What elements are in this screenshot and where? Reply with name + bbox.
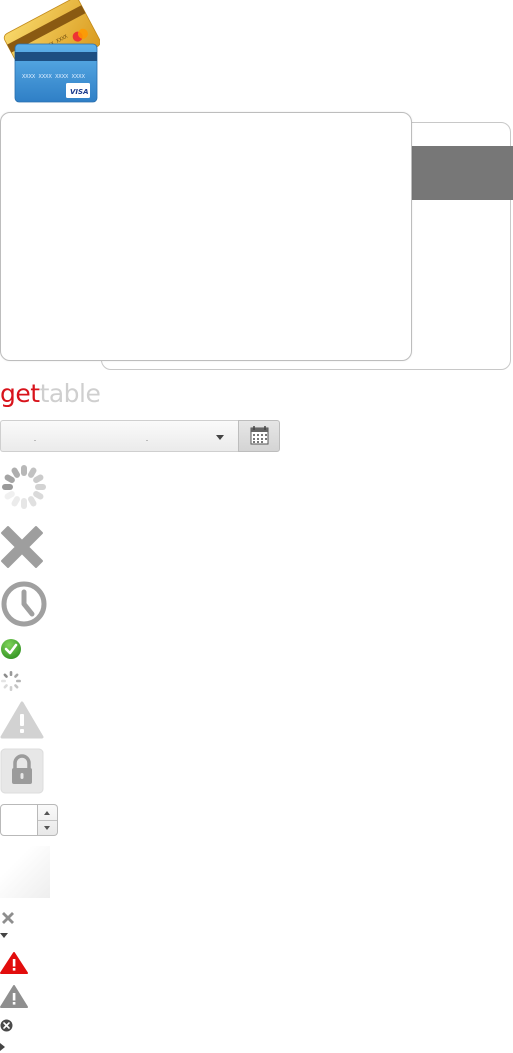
quantity-input[interactable]: [0, 804, 38, 836]
caret-right-icon: [0, 1043, 5, 1051]
warning-gray-icon: [0, 985, 28, 1008]
loading-spinner-small-icon: [1, 671, 21, 691]
stepper-divider: [38, 820, 57, 821]
close-small-icon[interactable]: [0, 910, 16, 926]
card-visa-brand: VISA: [70, 88, 88, 96]
stepper-up-icon[interactable]: [44, 811, 50, 815]
close-circle-icon[interactable]: [0, 1019, 14, 1033]
credit-cards-icon: XXXX XXXX XXXX XXXX XXXX XXXX VISA: [3, 0, 100, 103]
gradient-swatch: [0, 846, 50, 898]
select-placeholder-mark: [34, 440, 36, 441]
card-visa-number: XXXX XXXX XXXX XXXX: [22, 74, 86, 80]
select-placeholder-mark: [146, 440, 148, 441]
stepper-down-icon[interactable]: [44, 826, 50, 830]
date-select[interactable]: [0, 420, 238, 452]
loading-spinner-icon: [2, 465, 46, 509]
chevron-down-icon: [216, 435, 224, 440]
calendar-button[interactable]: [238, 420, 280, 452]
close-icon[interactable]: [0, 521, 44, 569]
warning-red-icon: [0, 952, 28, 974]
logo-table: table: [39, 379, 101, 408]
quantity-stepper[interactable]: [38, 804, 58, 836]
caret-down-icon: [0, 933, 8, 938]
gettable-logo: gettable: [0, 378, 101, 410]
warning-icon: [0, 701, 44, 739]
lock-icon: [0, 748, 44, 794]
clock-icon: [1, 581, 47, 627]
calendar-icon: [250, 426, 269, 445]
panel-header-strip: [411, 146, 513, 200]
check-circle-icon: [1, 639, 21, 659]
logo-get: get: [0, 379, 40, 408]
foreground-panel: [0, 112, 412, 361]
